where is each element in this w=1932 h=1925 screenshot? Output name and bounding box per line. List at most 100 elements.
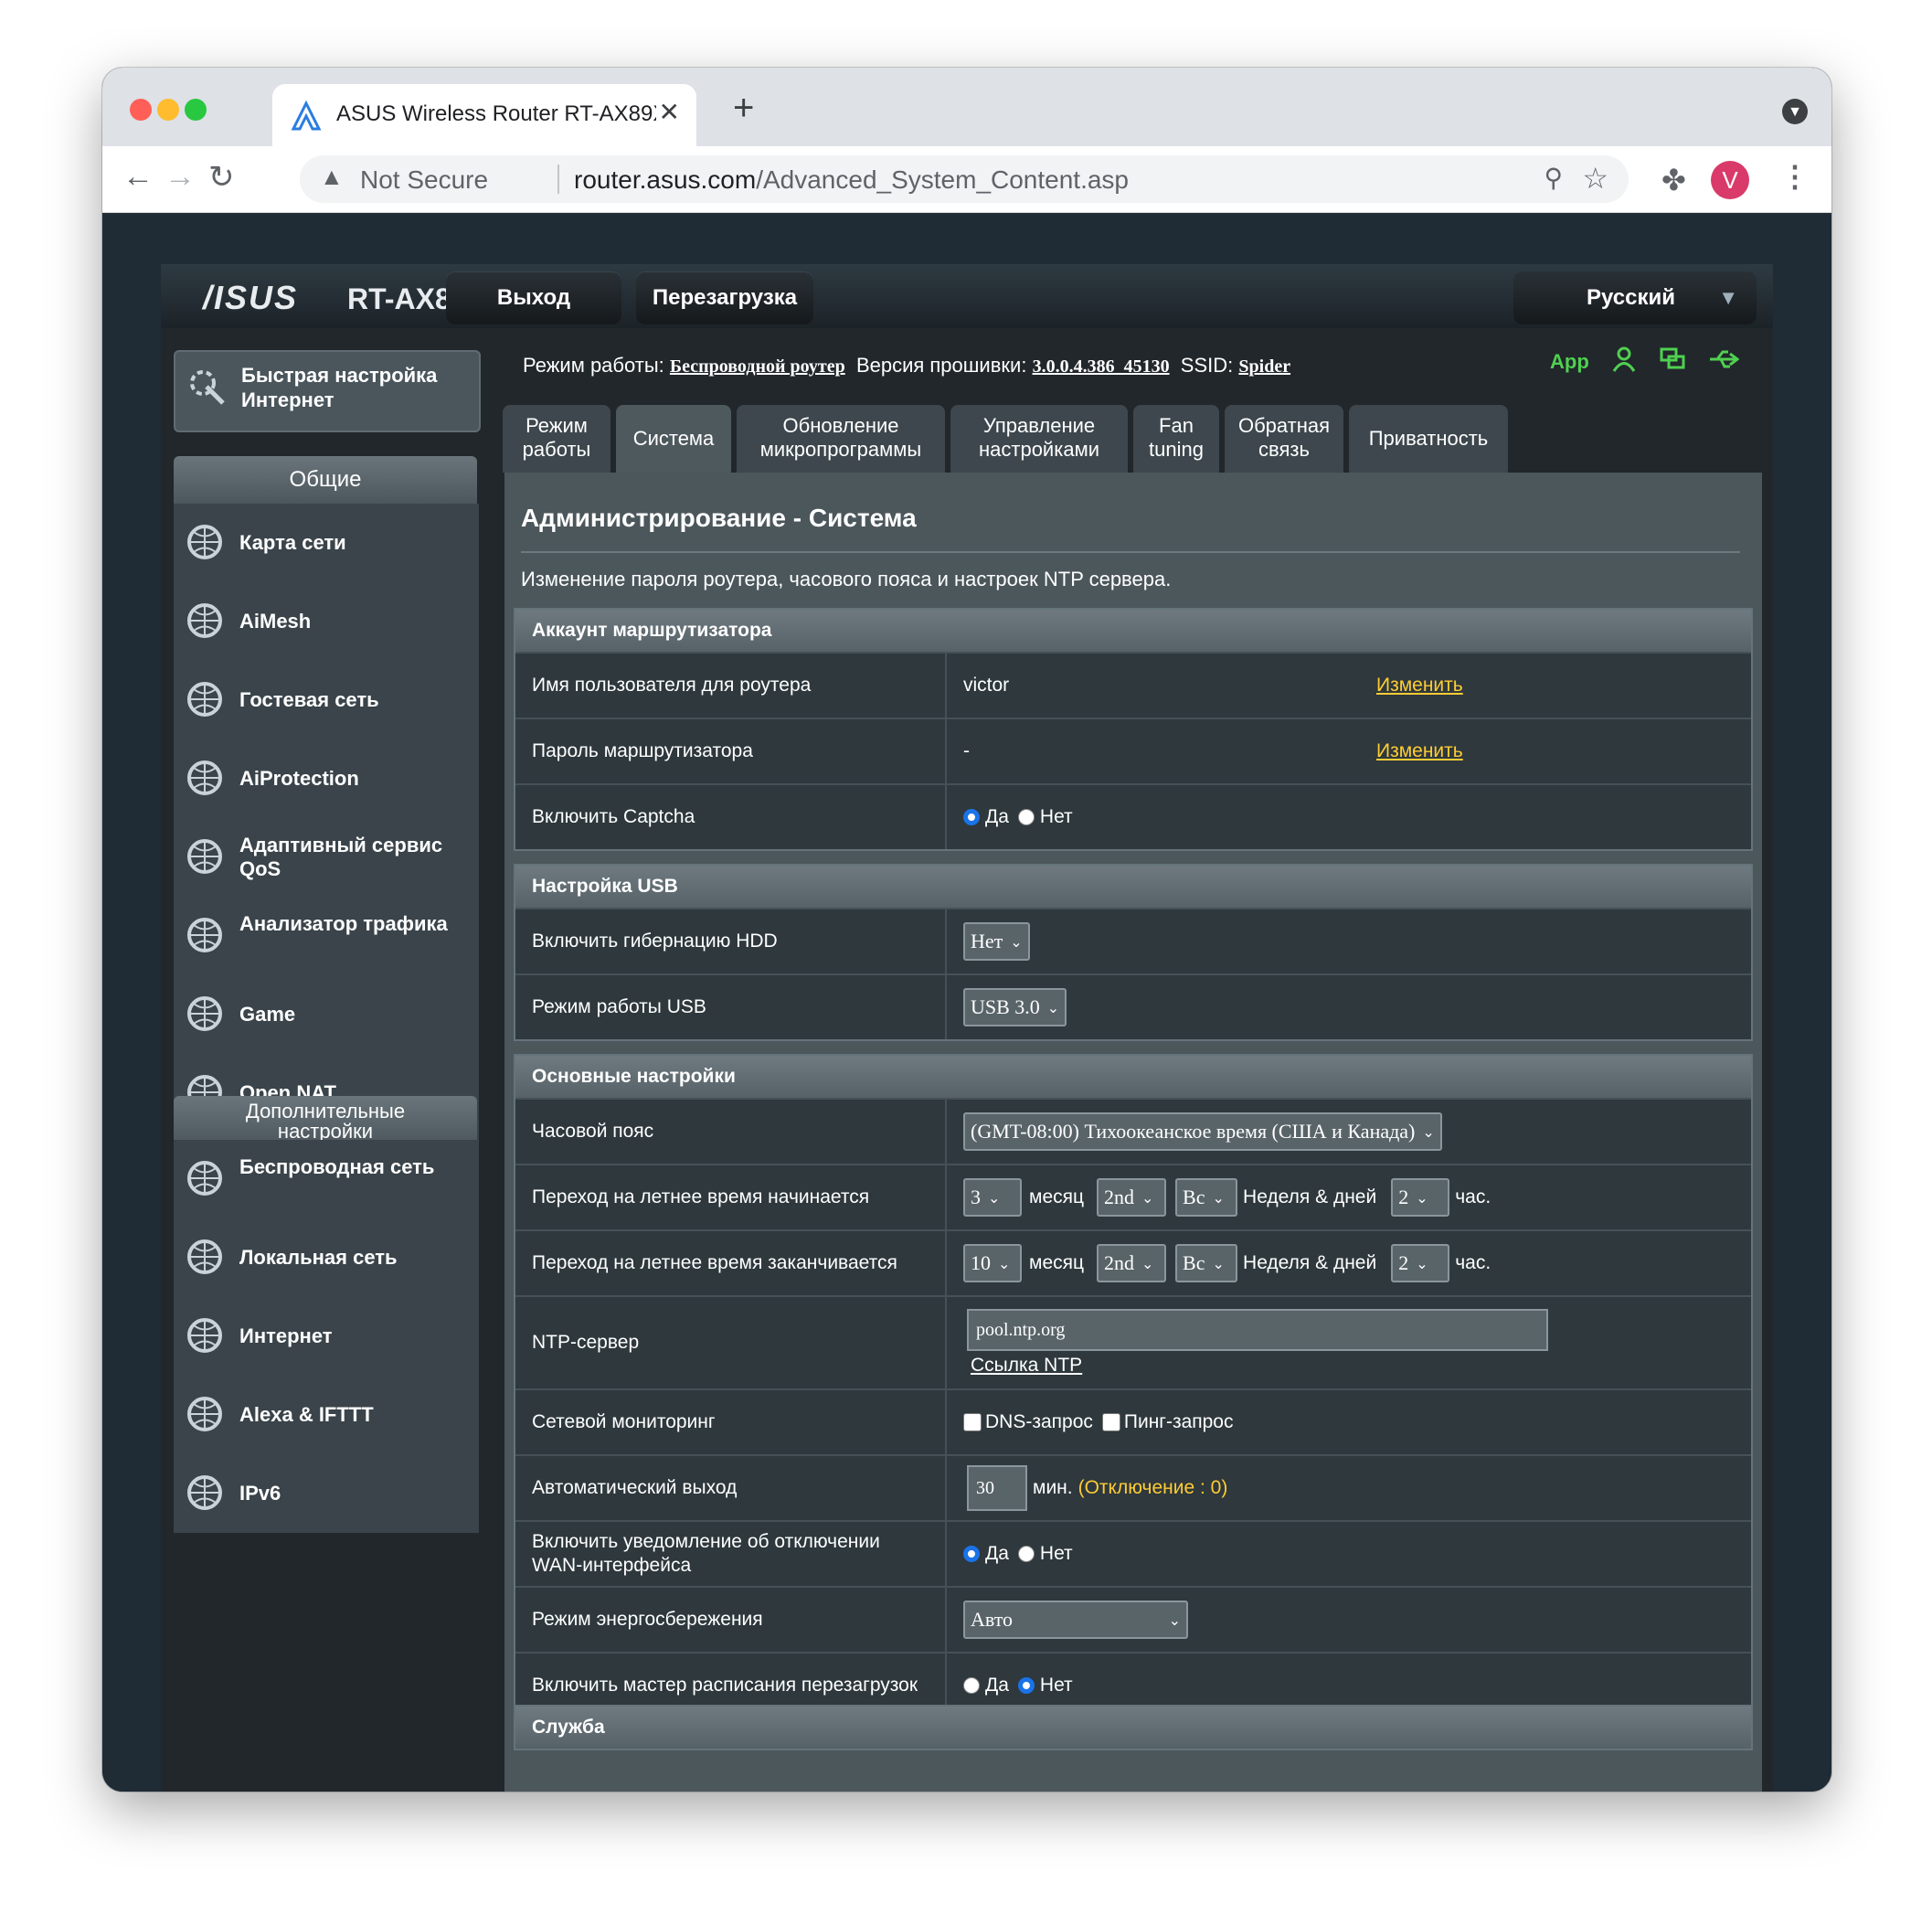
tab-label-line2: работы (522, 438, 591, 461)
cell-divider (945, 1297, 947, 1388)
quick-setup-button[interactable]: Быстрая настройка Интернет (174, 350, 481, 432)
sidebar-item-label: Адаптивный сервис QoS (239, 834, 443, 880)
sidebar-item[interactable]: Гостевая сеть (174, 661, 479, 741)
weekday-word: Неделя & дней (1243, 1252, 1377, 1273)
ping-probe-label: Пинг-запрос (1123, 1411, 1234, 1432)
change-username-link[interactable]: Изменить (1376, 654, 1463, 718)
logout-button[interactable]: Выход (446, 271, 621, 324)
ntp-link[interactable]: Ссылка NTP (971, 1355, 1082, 1377)
menu-kebab-icon[interactable]: ⋮ (1780, 159, 1810, 194)
timezone-row: Часовой пояс (GMT-08:00) Тихоокеанское в… (515, 1098, 1751, 1164)
ntp-server-input[interactable]: pool.ntp.org (967, 1309, 1548, 1351)
firmware-link[interactable]: 3.0.0.4.386_45130 (1033, 356, 1170, 377)
wan-notify-yes-radio[interactable] (963, 1546, 980, 1562)
address-bar[interactable]: ▲ Not Secure router.asus.com/Advanced_Sy… (300, 155, 1629, 203)
tab-fan-tuning[interactable]: Fan tuning (1133, 405, 1219, 473)
url-host: router.asus.com (574, 165, 757, 194)
sidebar-item-label: Карта сети (239, 531, 346, 554)
tab-privacy[interactable]: Приватность (1349, 405, 1508, 473)
extensions-puzzle-icon[interactable]: ✤ (1661, 163, 1686, 197)
sidebar-item[interactable]: Интернет (174, 1297, 479, 1377)
browser-toolbar: ← → ↻ ▲ Not Secure router.asus.com/Advan… (102, 146, 1831, 213)
reboot-schedule-no-radio[interactable] (1017, 1677, 1035, 1694)
dst-end-week-select[interactable]: 2nd ⌄ (1097, 1244, 1167, 1282)
timezone-select[interactable]: (GMT-08:00) Тихоокеанское время (США и К… (963, 1112, 1442, 1151)
reboot-button[interactable]: Перезагрузка (636, 271, 813, 324)
change-password-link[interactable]: Изменить (1376, 719, 1463, 783)
wan-notify-row: Включить уведомление об отключении WAN-и… (515, 1520, 1751, 1586)
internet-icon (183, 1313, 227, 1357)
sidebar-item[interactable]: Адаптивный сервис QoS (174, 818, 479, 899)
select-value: Вс (1183, 1186, 1205, 1208)
profile-avatar[interactable]: V (1711, 161, 1749, 199)
autologout-cell: 30 мин. (Отключение : 0) (967, 1456, 1227, 1520)
new-tab-button[interactable]: + (733, 88, 754, 129)
mode-link[interactable]: Беспроводной роутер (670, 356, 845, 377)
forward-arrow-icon[interactable]: → (165, 159, 196, 195)
power-select[interactable]: Авто ⌄ (963, 1601, 1188, 1639)
zoom-icon[interactable]: ⚲ (1544, 163, 1563, 193)
network-icon[interactable] (1659, 346, 1686, 378)
sidebar-item[interactable]: AiProtection (174, 739, 479, 820)
ssid-link[interactable]: Spider (1238, 356, 1290, 377)
sidebar-item[interactable]: Alexa & IFTTT (174, 1376, 479, 1456)
close-window-button[interactable] (130, 99, 152, 121)
dst-end-day-select[interactable]: Вс ⌄ (1175, 1244, 1238, 1282)
captcha-yes-radio[interactable] (963, 809, 980, 825)
hdd-select[interactable]: Нет ⌄ (963, 922, 1030, 961)
browser-tab[interactable]: ASUS Wireless Router RT-AX89X ✕ (272, 84, 696, 146)
cell-divider (945, 1390, 947, 1454)
sidebar-item-label: Гостевая сеть (239, 688, 379, 711)
captcha-options: Да Нет (963, 785, 1073, 849)
close-tab-icon[interactable]: ✕ (659, 97, 680, 127)
cell-divider (945, 719, 947, 783)
tab-firmware-upgrade[interactable]: Обновление микропрограммы (737, 405, 945, 473)
language-select[interactable]: Русский ▼ (1513, 271, 1757, 324)
dst-end-month-select[interactable]: 10 ⌄ (963, 1244, 1022, 1282)
reboot-schedule-yes-radio[interactable] (963, 1677, 980, 1694)
cell-divider (945, 975, 947, 1039)
sidebar-item[interactable]: IPv6 (174, 1454, 479, 1535)
back-arrow-icon[interactable]: ← (122, 159, 154, 195)
sidebar-item[interactable]: AiMesh (174, 582, 479, 663)
tab-system[interactable]: Система (616, 405, 731, 473)
dst-start-day-select[interactable]: Вс ⌄ (1175, 1178, 1238, 1217)
wan-notify-no-radio[interactable] (1017, 1546, 1035, 1562)
tab-feedback[interactable]: Обратная связь (1225, 405, 1343, 473)
dst-start-week-select[interactable]: 2nd ⌄ (1097, 1178, 1167, 1217)
autologout-input[interactable]: 30 (967, 1465, 1027, 1511)
clients-icon[interactable] (1611, 346, 1637, 378)
change-username-text: Изменить (1376, 675, 1463, 696)
browser-window: ASUS Wireless Router RT-AX89X ✕ + ▼ ← → … (102, 68, 1831, 1792)
timezone-label: Часовой пояс (532, 1121, 654, 1142)
select-value: 2 (1398, 1251, 1409, 1274)
tab-operation-mode[interactable]: Режим работы (503, 405, 610, 473)
chevron-down-icon: ⌄ (1212, 1254, 1225, 1272)
reload-icon[interactable]: ↻ (208, 159, 235, 196)
cell-divider (945, 1231, 947, 1295)
dst-start-hour-select[interactable]: 2 ⌄ (1391, 1178, 1450, 1217)
month-word: месяц (1029, 1252, 1085, 1273)
dns-probe-checkbox[interactable] (963, 1413, 982, 1431)
basic-settings-table: Основные настройки Часовой пояс (GMT-08:… (514, 1054, 1753, 1719)
sidebar-item[interactable]: Карта сети (174, 504, 479, 584)
autologout-note: (Отключение : 0) (1077, 1477, 1228, 1498)
sidebar-item[interactable]: Беспроводная сеть (174, 1140, 479, 1220)
sidebar-item[interactable]: Анализатор трафика (174, 897, 479, 977)
asus-logo: /ISUS (203, 279, 299, 316)
dst-end-hour-select[interactable]: 2 ⌄ (1391, 1244, 1450, 1282)
sidebar-item[interactable]: Локальная сеть (174, 1218, 479, 1299)
monitor-row: Сетевой мониторинг DNS-запрос Пинг-запро… (515, 1388, 1751, 1454)
sidebar-item[interactable]: Game (174, 975, 479, 1056)
minimize-window-button[interactable] (157, 99, 179, 121)
ping-probe-checkbox[interactable] (1101, 1413, 1120, 1431)
tab-search-icon[interactable]: ▼ (1782, 99, 1808, 124)
usb-status-icon[interactable] (1708, 348, 1740, 376)
captcha-no-radio[interactable] (1017, 809, 1035, 825)
zoom-window-button[interactable] (185, 99, 207, 121)
tab-settings-management[interactable]: Управление настройками (950, 405, 1128, 473)
dst-start-month-select[interactable]: 3 ⌄ (963, 1178, 1022, 1217)
bookmark-star-icon[interactable]: ☆ (1582, 161, 1608, 196)
usb-mode-select[interactable]: USB 3.0 ⌄ (963, 988, 1067, 1026)
app-link[interactable]: App (1550, 350, 1589, 374)
